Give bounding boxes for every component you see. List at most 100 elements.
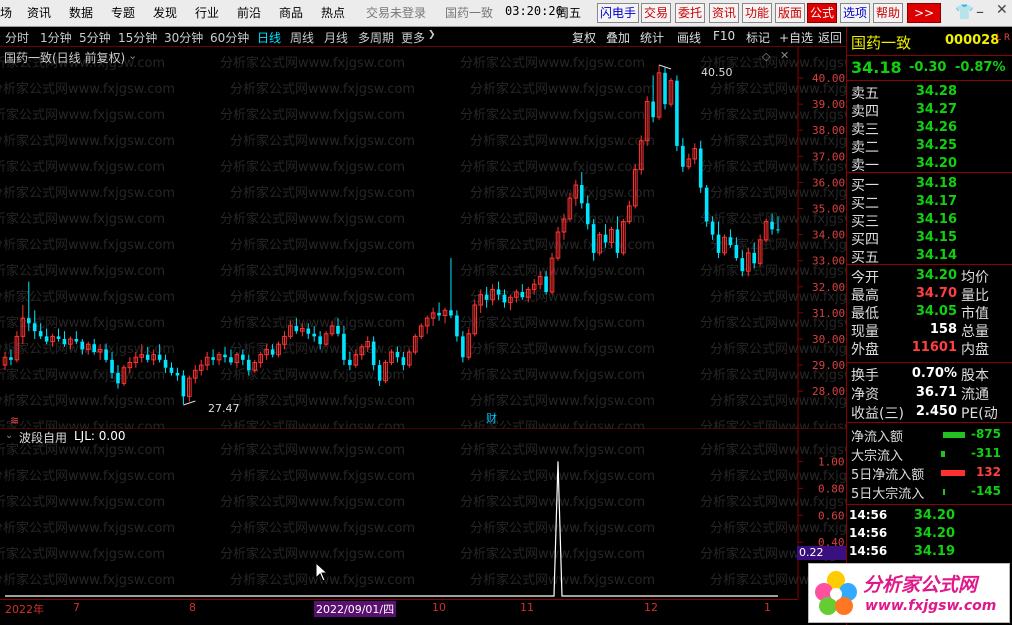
candle-body-down [318, 336, 322, 345]
bid-level-price[interactable]: 34.14 [907, 248, 957, 263]
period-60min[interactable]: 60分钟 [210, 29, 249, 46]
more-button[interactable]: >> [907, 3, 941, 23]
kline-svg: 分析家公式网www.fxjgsw.com 分析家公式网www.fxjgsw.com… [0, 47, 846, 429]
kline-chart[interactable]: 分析家公式网www.fxjgsw.com 分析家公式网www.fxjgsw.com… [0, 47, 846, 429]
chevron-down-icon[interactable]: ⌄ [128, 49, 137, 62]
date-november: 11 [520, 601, 534, 614]
candle-body-down [74, 338, 79, 342]
watermark-text: 分析家公式网www.fxjgsw.com [220, 494, 405, 510]
candle-body-down [229, 357, 233, 363]
adjust-button[interactable]: 复权 [572, 29, 596, 46]
options-button[interactable]: 选项 [840, 3, 871, 23]
close-icon[interactable]: ✕ [996, 2, 1008, 18]
close-icon[interactable]: ✕ [780, 49, 789, 62]
menu-item-market[interactable]: 场 [0, 4, 12, 21]
ask-level-label: 卖二 [851, 140, 879, 156]
watermark-text: 分析家公式网www.fxjgsw.com [710, 520, 846, 536]
minimize-icon[interactable]: – [976, 2, 984, 21]
watermark-text: 分析家公式网www.fxjgsw.com [460, 315, 645, 331]
chevron-down-icon[interactable]: ⌄ [5, 430, 13, 441]
menu-item-news[interactable]: 资讯 [27, 4, 51, 21]
formula-button[interactable]: 公式 [807, 3, 838, 23]
watermark-text: 分析家公式网www.fxjgsw.com [220, 315, 405, 331]
watermark-text: 分析家公式网www.fxjgsw.com [470, 393, 655, 409]
overlay-button[interactable]: 叠加 [606, 29, 630, 46]
bid-level-price[interactable]: 34.16 [907, 212, 957, 227]
period-5min[interactable]: 5分钟 [79, 29, 111, 46]
mark-button[interactable]: 标记 [746, 29, 770, 46]
order-button[interactable]: 委托 [675, 3, 706, 23]
candle-body-down [342, 333, 346, 360]
period-30min[interactable]: 30分钟 [164, 29, 203, 46]
watermark-text: 分析家公式网www.fxjgsw.com [230, 81, 415, 97]
watermark-text: 分析家公式网www.fxjgsw.com [470, 572, 655, 588]
news-button[interactable]: 资讯 [709, 3, 740, 23]
watermark-text: 分析家公式网www.fxjgsw.com [0, 367, 165, 383]
ask-level-price[interactable]: 34.27 [907, 102, 957, 117]
candle-body-down [698, 148, 703, 188]
candle-body-down [306, 328, 311, 334]
stat-label: 现量 [851, 324, 879, 340]
candle-body-down [544, 276, 548, 293]
candle-body-down [740, 258, 745, 272]
login-status[interactable]: 交易未登录 [366, 4, 426, 21]
price-tick-label: 40.00 [812, 72, 845, 85]
ask-level-price[interactable]: 34.25 [907, 138, 957, 153]
period-weekly[interactable]: 周线 [290, 29, 314, 46]
period-more[interactable]: 更多 [401, 29, 425, 46]
period-1min[interactable]: 1分钟 [40, 29, 72, 46]
indicator-current-value: 0.22 [797, 546, 847, 560]
ask-level-price[interactable]: 34.20 [907, 156, 957, 171]
ask-level-price[interactable]: 34.26 [907, 120, 957, 135]
watermark-text: 分析家公式网www.fxjgsw.com [230, 133, 415, 149]
period-daily[interactable]: 日线 [257, 29, 281, 46]
indicator-name[interactable]: 波段自用 [19, 429, 67, 446]
layout-button[interactable]: 版面 [775, 3, 806, 23]
indicator-chart[interactable]: 分析家公式网www.fxjgsw.com 分析家公式网www.fxjgsw.com… [0, 428, 847, 598]
bid-level-label: 买二 [851, 196, 879, 212]
logo-url: www.fxjgsw.com [865, 598, 997, 614]
period-monthly[interactable]: 月线 [324, 29, 348, 46]
watermark-text: 分析家公式网www.fxjgsw.com [220, 107, 405, 123]
back-button[interactable]: 返回 [818, 29, 842, 46]
candle-body-down [44, 336, 49, 342]
f10-button[interactable]: F10 [713, 29, 735, 43]
candle-body-down [92, 344, 96, 353]
period-multi[interactable]: 多周期 [358, 29, 394, 46]
chevron-down-icon[interactable]: ❯ [428, 30, 436, 40]
bid-level-price[interactable]: 34.18 [907, 176, 957, 191]
diamond-icon[interactable]: ◇ [762, 50, 770, 63]
menu-item-commodity[interactable]: 商品 [279, 4, 303, 21]
function-button[interactable]: 功能 [742, 3, 773, 23]
watermark-text: 分析家公式网www.fxjgsw.com [220, 55, 405, 71]
draw-line-button[interactable]: 画线 [677, 29, 701, 46]
date-cursor: 2022/09/01/四 [314, 601, 397, 617]
logo-title: 分析家公式网 [863, 574, 978, 596]
lightning-trade-button[interactable]: 闪电手 [597, 3, 640, 23]
bid-level-price[interactable]: 34.15 [907, 230, 957, 245]
financial-report-marker[interactable]: 财 [486, 410, 497, 426]
help-button[interactable]: 帮助 [873, 3, 904, 23]
trade-button[interactable]: 交易 [641, 3, 672, 23]
period-timeshare[interactable]: 分时 [5, 29, 29, 46]
price-tick-label: 38.00 [812, 124, 845, 137]
menu-item-discover[interactable]: 发现 [153, 4, 177, 21]
menu-item-frontier[interactable]: 前沿 [237, 4, 261, 21]
statistics-button[interactable]: 统计 [640, 29, 664, 46]
bid-level-price[interactable]: 34.17 [907, 194, 957, 209]
candle-body-down [246, 359, 251, 371]
add-favorite-button[interactable]: +自选 [779, 29, 813, 46]
watermark-text: 分析家公式网www.fxjgsw.com [220, 442, 405, 458]
menu-item-data[interactable]: 数据 [69, 4, 93, 21]
shirt-icon[interactable]: 👕 [955, 3, 974, 21]
watermark-text: 分析家公式网www.fxjgsw.com [0, 494, 165, 510]
fund-flow-value: -145 [970, 484, 1001, 498]
menu-item-hot[interactable]: 热点 [321, 4, 345, 21]
ask-level-price[interactable]: 34.28 [907, 84, 957, 99]
candle-body-down [116, 372, 120, 384]
period-15min[interactable]: 15分钟 [118, 29, 157, 46]
menu-item-industry[interactable]: 行业 [195, 4, 219, 21]
weekday: 周五 [557, 6, 582, 20]
price-tick-label: 28.00 [812, 385, 845, 398]
menu-item-topic[interactable]: 专题 [111, 4, 135, 21]
